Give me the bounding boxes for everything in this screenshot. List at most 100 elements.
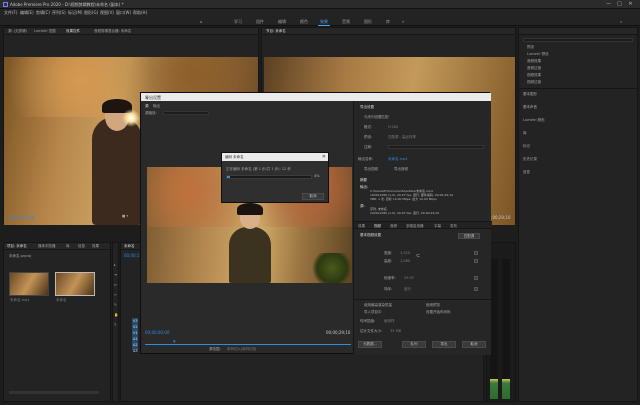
track-label-a3[interactable]: A3: [133, 349, 138, 353]
track-label-a2[interactable]: A2: [133, 343, 138, 347]
height-checkbox[interactable]: [474, 259, 478, 263]
frame-rate-select[interactable]: 29.97: [404, 276, 414, 280]
track-label-a1[interactable]: A1: [133, 337, 138, 341]
preset-select[interactable]: 匹配源 - 高比特率: [388, 135, 416, 140]
import-into-project-checkbox[interactable]: 导入项目中: [364, 310, 382, 315]
tab-media-browser[interactable]: 媒体浏览器: [38, 244, 56, 249]
tab-effects-settings[interactable]: 效果: [358, 224, 365, 229]
match-source-button[interactable]: 匹配源: [458, 233, 480, 239]
tab-info[interactable]: 信息: [78, 244, 85, 249]
queue-button[interactable]: 队列: [402, 341, 426, 348]
cancel-export-button[interactable]: 取消: [462, 341, 486, 348]
project-thumbnail-clip[interactable]: [9, 272, 49, 296]
track-select-tool-icon[interactable]: ⇥: [114, 273, 117, 277]
zoom-slider[interactable]: [9, 391, 99, 394]
tab-audio-settings[interactable]: 音频: [390, 224, 397, 229]
workspace-tab-libraries[interactable]: 库: [386, 19, 390, 25]
workspace-tab-assembly[interactable]: 组件: [256, 19, 264, 25]
section-libraries[interactable]: 库: [523, 131, 527, 136]
tab-source[interactable]: 源: (无剪辑): [8, 29, 27, 34]
effects-folder-audio-effects[interactable]: 音频效果: [527, 59, 541, 64]
tab-export-source[interactable]: 源: [145, 104, 149, 109]
pen-tool-icon[interactable]: ✎: [114, 303, 117, 307]
workspace-tab-color[interactable]: 颜色: [300, 19, 308, 25]
effects-folder-lumetri[interactable]: Lumetri 预设: [527, 52, 549, 57]
source-range-value[interactable]: 序列切入/序列切出: [227, 347, 256, 352]
tab-multiplexer[interactable]: 多路复用器: [406, 224, 424, 229]
type-tool-icon[interactable]: T: [114, 323, 116, 327]
workspace-tab-graphics[interactable]: 图形: [364, 19, 372, 25]
effects-folder-audio-transitions[interactable]: 音频过渡: [527, 66, 541, 71]
export-dialog-close-icon[interactable]: ✕: [145, 95, 488, 100]
width-checkbox[interactable]: [474, 251, 478, 255]
section-info[interactable]: 信息: [523, 170, 530, 175]
cancel-encoding-button[interactable]: 取消: [302, 193, 324, 200]
tab-program[interactable]: 节目: 未命名: [266, 29, 286, 34]
effects-folder-presets[interactable]: 预设: [527, 45, 534, 50]
effects-search-input[interactable]: [523, 38, 633, 42]
section-markers[interactable]: 标记: [523, 144, 530, 149]
track-label-v3[interactable]: V3: [133, 319, 138, 323]
ripple-tool-icon[interactable]: ⇔: [114, 283, 117, 287]
section-essential-sound[interactable]: 基本声音: [523, 105, 537, 110]
tab-effect-controls[interactable]: 效果控件: [66, 29, 80, 34]
tab-lumetri-scopes[interactable]: Lumetri 范围: [34, 29, 56, 34]
tab-publish[interactable]: 发布: [450, 224, 457, 229]
tab-project[interactable]: 项目: 未命名: [7, 244, 27, 249]
meter-right-level: [502, 379, 510, 399]
comments-input[interactable]: [388, 145, 484, 149]
home-icon[interactable]: ⌂: [200, 19, 203, 24]
minimize-button[interactable]: —: [604, 1, 613, 7]
effects-folder-video-effects[interactable]: 视频效果: [527, 73, 541, 78]
workspace-tab-learn[interactable]: 学习: [234, 19, 242, 25]
match-sequence-checkbox[interactable]: 与序列设置匹配: [364, 115, 389, 120]
tab-effects[interactable]: 效果: [92, 244, 99, 249]
metadata-button[interactable]: 元数据...: [358, 341, 382, 348]
close-button[interactable]: ✕: [626, 1, 635, 7]
track-label-v1[interactable]: V1: [133, 331, 138, 335]
export-video-checkbox[interactable]: 导出视频: [364, 167, 378, 172]
workspace-more-icon[interactable]: »: [402, 19, 404, 24]
hand-tool-icon[interactable]: ✋: [114, 313, 118, 317]
maximize-button[interactable]: □: [615, 1, 624, 7]
use-previews-checkbox[interactable]: 使用预览: [426, 303, 440, 308]
height-value[interactable]: 1,080: [400, 259, 410, 263]
set-start-timecode-checkbox[interactable]: 设置开始时间码: [426, 310, 451, 315]
format-select[interactable]: H.264: [388, 125, 398, 129]
tab-libraries[interactable]: 库: [66, 244, 70, 249]
tab-timeline[interactable]: 未命名: [124, 244, 135, 249]
output-name-link[interactable]: 未命名.mp4: [388, 157, 407, 162]
tab-audio-clip-mixer[interactable]: 音频剪辑混合器: 未命名: [94, 29, 131, 34]
fit-settings-icon[interactable]: ■ ▾: [122, 214, 128, 218]
export-dialog-titlebar: 导出设置 ✕: [141, 93, 491, 101]
section-lumetri-color[interactable]: Lumetri 颜色: [523, 118, 545, 123]
tab-captions[interactable]: 字幕: [434, 224, 441, 229]
frame-rate-checkbox[interactable]: [474, 276, 478, 280]
field-order-select[interactable]: 逐行: [404, 287, 411, 292]
workspace-tab-editing[interactable]: 编辑: [278, 19, 286, 25]
selection-tool-icon[interactable]: ▸: [114, 263, 116, 267]
progress-dialog-close-icon[interactable]: ✕: [322, 154, 326, 160]
tab-export-output[interactable]: 输出: [153, 104, 160, 109]
export-button[interactable]: 导出: [432, 341, 456, 348]
section-history[interactable]: 历史记录: [523, 157, 537, 162]
window-title: Adobe Premiere Pro 2020 - D:\视频剪辑教程\未命名 …: [10, 2, 124, 7]
section-essential-graphics[interactable]: 基本图形: [523, 92, 537, 97]
export-audio-checkbox[interactable]: 导出音频: [394, 167, 408, 172]
field-order-checkbox[interactable]: [474, 287, 478, 291]
link-dimensions-icon[interactable]: ⊂: [416, 253, 420, 259]
project-thumbnail-sequence[interactable]: [55, 272, 95, 296]
razor-tool-icon[interactable]: ✂: [114, 293, 117, 297]
track-label-v2[interactable]: V2: [133, 325, 138, 329]
export-playhead-icon[interactable]: ▾: [173, 339, 176, 345]
search-icon[interactable]: ⌕: [620, 19, 622, 24]
time-interpolation-select[interactable]: 帧采样: [384, 319, 395, 324]
progress-status-text: 正在编码 未命名 (第 1 步/共 1 步): 12 秒: [226, 167, 291, 171]
effects-folder-video-transitions[interactable]: 视频过渡: [527, 80, 541, 85]
width-value[interactable]: 1,920: [400, 251, 410, 255]
workspace-tab-audio[interactable]: 音频: [342, 19, 350, 25]
source-scaling-select[interactable]: [163, 111, 209, 115]
max-render-quality-checkbox[interactable]: 使用最高渲染质量: [364, 303, 392, 308]
tab-video-settings[interactable]: 视频: [374, 224, 381, 229]
sparkler-light: [122, 109, 140, 127]
